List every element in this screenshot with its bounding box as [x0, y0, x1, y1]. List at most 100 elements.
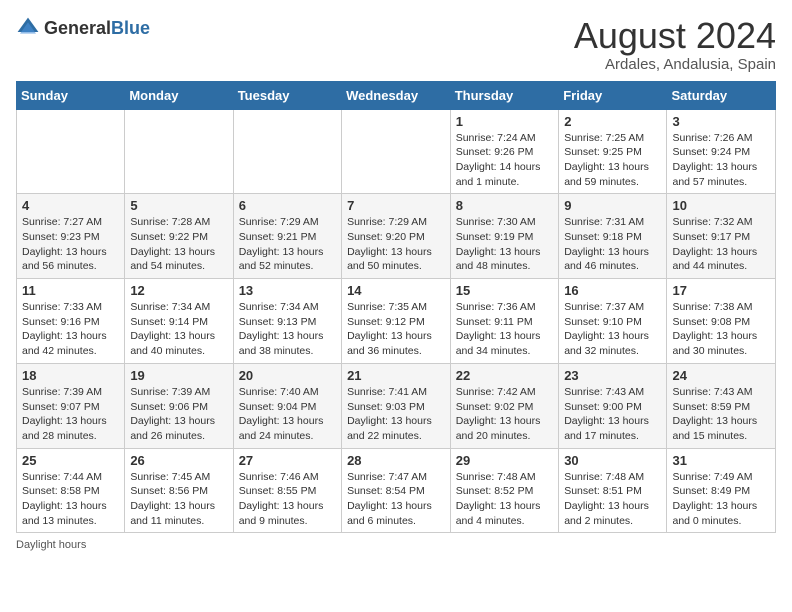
- day-number: 19: [130, 368, 227, 383]
- page-subtitle: Ardales, Andalusia, Spain: [574, 56, 776, 73]
- day-number: 4: [22, 198, 119, 213]
- calendar-cell: 5 Sunrise: 7:28 AMSunset: 9:22 PMDaylight…: [125, 194, 233, 279]
- calendar-cell: 26Sunrise: 7:45 AMSunset: 8:56 PMDayligh…: [125, 448, 233, 533]
- calendar-cell: 8Sunrise: 7:30 AMSunset: 9:19 PMDaylight…: [450, 194, 558, 279]
- day-number: 1: [456, 114, 553, 129]
- day-info: Sunrise: 7:47 AMSunset: 8:54 PMDaylight:…: [347, 470, 445, 529]
- day-info: Sunrise: 7:39 AMSunset: 9:07 PMDaylight:…: [22, 385, 119, 444]
- day-number: 5: [130, 198, 227, 213]
- day-info: Sunrise: 7:48 AMSunset: 8:52 PMDaylight:…: [456, 470, 553, 529]
- column-header-saturday: Saturday: [667, 81, 776, 109]
- calendar-cell: 18Sunrise: 7:39 AMSunset: 9:07 PMDayligh…: [17, 363, 125, 448]
- column-header-wednesday: Wednesday: [342, 81, 451, 109]
- day-info: Sunrise: 7:36 AMSunset: 9:11 PMDaylight:…: [456, 300, 553, 359]
- calendar-cell: 24 Sunrise: 7:43 AMSunset: 8:59 PMDayligh…: [667, 363, 776, 448]
- calendar-cell: [233, 109, 341, 194]
- day-info: Sunrise: 7:29 AMSunset: 9:20 PMDaylight:…: [347, 215, 445, 274]
- column-header-sunday: Sunday: [17, 81, 125, 109]
- calendar-cell: 23 Sunrise: 7:43 AMSunset: 9:00 PMDayligh…: [559, 363, 667, 448]
- calendar-week-2: 4 Sunrise: 7:27 AMSunset: 9:23 PMDaylight…: [17, 194, 776, 279]
- footer-note: Daylight hours: [16, 539, 776, 551]
- calendar-cell: [125, 109, 233, 194]
- logo-icon: [16, 16, 40, 40]
- column-header-tuesday: Tuesday: [233, 81, 341, 109]
- day-number: 31: [672, 453, 770, 468]
- calendar-cell: 6 Sunrise: 7:29 AMSunset: 9:21 PMDaylight…: [233, 194, 341, 279]
- day-info: Sunrise: 7:41 AMSunset: 9:03 PMDaylight:…: [347, 385, 445, 444]
- day-number: 7: [347, 198, 445, 213]
- calendar-cell: 3Sunrise: 7:26 AMSunset: 9:24 PMDaylight…: [667, 109, 776, 194]
- day-number: 29: [456, 453, 553, 468]
- calendar-cell: 2Sunrise: 7:25 AMSunset: 9:25 PMDaylight…: [559, 109, 667, 194]
- day-info: Sunrise: 7:43 AMSunset: 9:00 PMDaylight:…: [564, 385, 661, 444]
- day-info: Sunrise: 7:46 AMSunset: 8:55 PMDaylight:…: [239, 470, 336, 529]
- day-info: Sunrise: 7:28 AMSunset: 9:22 PMDaylight:…: [130, 215, 227, 274]
- column-header-friday: Friday: [559, 81, 667, 109]
- day-info: Sunrise: 7:27 AMSunset: 9:23 PMDaylight:…: [22, 215, 119, 274]
- day-number: 15: [456, 283, 553, 298]
- day-info: Sunrise: 7:48 AMSunset: 8:51 PMDaylight:…: [564, 470, 661, 529]
- calendar-cell: 12 Sunrise: 7:34 AMSunset: 9:14 PMDayligh…: [125, 279, 233, 364]
- day-info: Sunrise: 7:34 AMSunset: 9:13 PMDaylight:…: [239, 300, 336, 359]
- day-info: Sunrise: 7:26 AMSunset: 9:24 PMDaylight:…: [672, 131, 770, 190]
- calendar-body: 1Sunrise: 7:24 AMSunset: 9:26 PMDaylight…: [17, 109, 776, 533]
- calendar-cell: 17Sunrise: 7:38 AMSunset: 9:08 PMDayligh…: [667, 279, 776, 364]
- calendar-cell: 25Sunrise: 7:44 AMSunset: 8:58 PMDayligh…: [17, 448, 125, 533]
- day-info: Sunrise: 7:42 AMSunset: 9:02 PMDaylight:…: [456, 385, 553, 444]
- column-header-monday: Monday: [125, 81, 233, 109]
- calendar-week-4: 18Sunrise: 7:39 AMSunset: 9:07 PMDayligh…: [17, 363, 776, 448]
- day-info: Sunrise: 7:30 AMSunset: 9:19 PMDaylight:…: [456, 215, 553, 274]
- title-block: August 2024 Ardales, Andalusia, Spain: [574, 16, 776, 73]
- calendar-cell: 19 Sunrise: 7:39 AMSunset: 9:06 PMDayligh…: [125, 363, 233, 448]
- calendar-cell: 29 Sunrise: 7:48 AMSunset: 8:52 PMDayligh…: [450, 448, 558, 533]
- day-info: Sunrise: 7:39 AMSunset: 9:06 PMDaylight:…: [130, 385, 227, 444]
- column-header-thursday: Thursday: [450, 81, 558, 109]
- day-info: Sunrise: 7:40 AMSunset: 9:04 PMDaylight:…: [239, 385, 336, 444]
- calendar-cell: 30Sunrise: 7:48 AMSunset: 8:51 PMDayligh…: [559, 448, 667, 533]
- calendar-cell: 14 Sunrise: 7:35 AMSunset: 9:12 PMDayligh…: [342, 279, 451, 364]
- calendar-cell: 9Sunrise: 7:31 AMSunset: 9:18 PMDaylight…: [559, 194, 667, 279]
- day-number: 12: [130, 283, 227, 298]
- day-number: 24: [672, 368, 770, 383]
- calendar-cell: [17, 109, 125, 194]
- day-info: Sunrise: 7:34 AMSunset: 9:14 PMDaylight:…: [130, 300, 227, 359]
- day-info: Sunrise: 7:43 AMSunset: 8:59 PMDaylight:…: [672, 385, 770, 444]
- day-info: Sunrise: 7:44 AMSunset: 8:58 PMDaylight:…: [22, 470, 119, 529]
- day-info: Sunrise: 7:29 AMSunset: 9:21 PMDaylight:…: [239, 215, 336, 274]
- calendar-header: SundayMondayTuesdayWednesdayThursdayFrid…: [17, 81, 776, 109]
- day-number: 17: [672, 283, 770, 298]
- calendar-week-5: 25Sunrise: 7:44 AMSunset: 8:58 PMDayligh…: [17, 448, 776, 533]
- day-number: 26: [130, 453, 227, 468]
- calendar-cell: 16 Sunrise: 7:37 AMSunset: 9:10 PMDayligh…: [559, 279, 667, 364]
- calendar-week-3: 11Sunrise: 7:33 AMSunset: 9:16 PMDayligh…: [17, 279, 776, 364]
- logo-text: GeneralBlue: [44, 18, 150, 39]
- header-row: SundayMondayTuesdayWednesdayThursdayFrid…: [17, 81, 776, 109]
- day-number: 23: [564, 368, 661, 383]
- calendar-cell: 20 Sunrise: 7:40 AMSunset: 9:04 PMDayligh…: [233, 363, 341, 448]
- day-info: Sunrise: 7:35 AMSunset: 9:12 PMDaylight:…: [347, 300, 445, 359]
- calendar-cell: 28 Sunrise: 7:47 AMSunset: 8:54 PMDayligh…: [342, 448, 451, 533]
- day-info: Sunrise: 7:37 AMSunset: 9:10 PMDaylight:…: [564, 300, 661, 359]
- logo-blue: Blue: [111, 18, 150, 38]
- day-info: Sunrise: 7:33 AMSunset: 9:16 PMDaylight:…: [22, 300, 119, 359]
- calendar-cell: 7 Sunrise: 7:29 AMSunset: 9:20 PMDaylight…: [342, 194, 451, 279]
- day-number: 20: [239, 368, 336, 383]
- calendar-cell: 1Sunrise: 7:24 AMSunset: 9:26 PMDaylight…: [450, 109, 558, 194]
- day-number: 13: [239, 283, 336, 298]
- calendar-cell: 21Sunrise: 7:41 AMSunset: 9:03 PMDayligh…: [342, 363, 451, 448]
- calendar-week-1: 1Sunrise: 7:24 AMSunset: 9:26 PMDaylight…: [17, 109, 776, 194]
- day-number: 10: [672, 198, 770, 213]
- logo: GeneralBlue: [16, 16, 150, 40]
- calendar-cell: 22Sunrise: 7:42 AMSunset: 9:02 PMDayligh…: [450, 363, 558, 448]
- day-number: 14: [347, 283, 445, 298]
- page-header: GeneralBlue August 2024 Ardales, Andalus…: [16, 16, 776, 73]
- calendar-cell: 11Sunrise: 7:33 AMSunset: 9:16 PMDayligh…: [17, 279, 125, 364]
- calendar-cell: 15 Sunrise: 7:36 AMSunset: 9:11 PMDayligh…: [450, 279, 558, 364]
- day-number: 16: [564, 283, 661, 298]
- day-number: 9: [564, 198, 661, 213]
- calendar-cell: 31Sunrise: 7:49 AMSunset: 8:49 PMDayligh…: [667, 448, 776, 533]
- calendar-cell: 10Sunrise: 7:32 AMSunset: 9:17 PMDayligh…: [667, 194, 776, 279]
- page-title: August 2024: [574, 16, 776, 56]
- day-number: 6: [239, 198, 336, 213]
- day-number: 28: [347, 453, 445, 468]
